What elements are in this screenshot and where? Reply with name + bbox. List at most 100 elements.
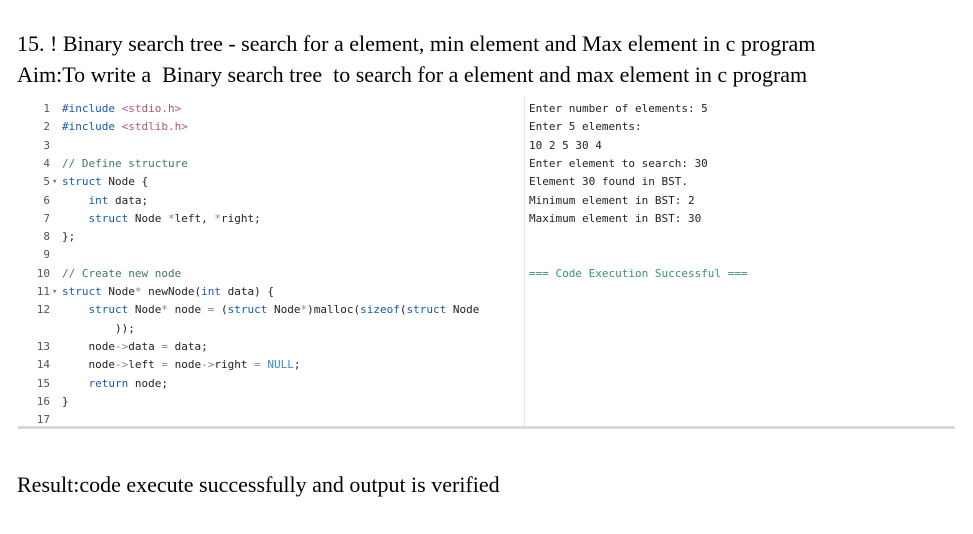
code-line: 5 ▾ struct Node {	[18, 173, 524, 191]
output-line: Element 30 found in BST.	[529, 175, 688, 189]
code-token: Node {	[101, 175, 149, 189]
code-token: node	[167, 358, 202, 372]
code-token: };	[62, 230, 76, 244]
code-token: // Define structure	[62, 156, 188, 170]
code-token: node	[168, 303, 208, 317]
code-editor[interactable]: 1 #include <stdio.h> 2 #include <stdlib.h> 3…	[18, 96, 525, 426]
code-token: *	[134, 285, 142, 298]
code-token: data;	[167, 339, 208, 353]
code-token: }	[62, 394, 69, 408]
code-token: Node	[128, 211, 168, 225]
code-text: #include <stdlib.h>	[62, 118, 188, 136]
aim-statement: Aim:To write a Binary search tree to sea…	[17, 62, 808, 87]
code-text: node->data = data;	[62, 338, 208, 356]
code-line: 2 #include <stdlib.h>	[18, 118, 524, 136]
line-number: 4	[43, 156, 50, 170]
code-token: left,	[174, 211, 215, 225]
code-line: 12 struct Node* node = (struct Node*)mal…	[18, 301, 524, 319]
code-token: sizeof	[360, 303, 400, 317]
code-text: };	[62, 228, 75, 246]
code-line: 17	[18, 411, 524, 426]
fold-arrow-icon[interactable]: ▾	[52, 173, 57, 191]
line-number: 12	[36, 303, 50, 317]
execution-status: === Code Execution Successful ===	[529, 266, 748, 280]
line-number: 11	[36, 285, 50, 298]
line-number: 17	[36, 413, 50, 426]
code-token: ->	[114, 358, 129, 372]
line-number: 15	[36, 376, 50, 390]
code-token: ->	[201, 358, 215, 372]
compiler-screenshot: 1 #include <stdio.h> 2 #include <stdlib.h> 3…	[18, 96, 955, 429]
code-token: *	[168, 211, 175, 225]
output-line: 10 2 5 30 4	[529, 138, 602, 152]
code-token: struct	[88, 303, 129, 317]
code-token: Node	[267, 303, 301, 317]
code-token: int	[88, 193, 109, 207]
code-line: ));	[18, 320, 524, 338]
line-number: 13	[36, 339, 50, 353]
code-text: int data;	[62, 192, 149, 210]
code-line: 9	[18, 246, 524, 264]
code-token: ->	[114, 339, 129, 353]
code-token: Node	[446, 303, 480, 317]
line-number: 9	[43, 248, 50, 262]
code-token: <stdlib.h>	[121, 120, 188, 134]
code-token: // Create new node	[62, 266, 182, 280]
code-token: data) {	[220, 285, 274, 298]
line-number: 14	[36, 358, 50, 372]
document-title: 15. ! Binary search tree - search for a …	[17, 31, 816, 56]
code-token: struct	[88, 211, 129, 225]
line-number: 5	[43, 175, 50, 189]
code-text: struct Node *left, *right;	[62, 210, 261, 228]
code-token: #include	[62, 120, 122, 134]
code-text: return node;	[62, 375, 169, 393]
code-token: struct	[62, 175, 102, 189]
code-line: 11 ▾ struct Node* newNode(int data) {	[18, 283, 524, 301]
code-token: int	[201, 285, 221, 298]
code-text: #include <stdio.h>	[62, 100, 181, 118]
code-token: *	[161, 303, 168, 317]
code-token: <stdio.h>	[121, 102, 182, 115]
code-token: return	[88, 376, 129, 390]
code-token: Node	[128, 303, 162, 317]
code-token: *	[214, 211, 221, 225]
result-statement: Result:code execute successfully and out…	[17, 472, 500, 497]
code-token: data	[128, 339, 162, 353]
code-text: struct Node* node = (struct Node*)malloc…	[62, 301, 480, 319]
line-number: 10	[36, 266, 50, 280]
output-line: Enter element to search: 30	[529, 156, 708, 170]
code-token: node	[62, 339, 115, 353]
line-number: 1	[43, 102, 50, 115]
output-line: Minimum element in BST: 2	[529, 193, 695, 207]
code-text: }	[62, 393, 69, 411]
line-number: 2	[43, 120, 50, 134]
code-token: =	[254, 358, 261, 372]
code-token: node;	[128, 376, 168, 390]
code-line: 1 #include <stdio.h>	[18, 100, 524, 118]
code-line: 8};	[18, 228, 524, 246]
code-token: data;	[108, 193, 149, 207]
line-number: 6	[43, 193, 50, 207]
code-token: Node	[101, 285, 135, 298]
output-line: Enter 5 elements:	[529, 120, 642, 134]
output-line: Enter number of elements: 5	[529, 102, 708, 115]
code-text: node->left = node->right = NULL;	[62, 356, 300, 374]
code-token: struct	[62, 285, 102, 298]
code-token: left	[128, 358, 162, 372]
code-line: 6 int data;	[18, 192, 524, 210]
code-line: 7 struct Node *left, *right;	[18, 210, 524, 228]
line-number: 7	[43, 211, 50, 225]
output-line: Maximum element in BST: 30	[529, 211, 702, 225]
code-token: right;	[221, 211, 261, 225]
code-token: =	[161, 339, 168, 353]
code-token: struct	[406, 303, 447, 317]
fold-arrow-icon[interactable]: ▾	[52, 283, 57, 301]
line-number: 16	[36, 394, 50, 408]
code-token: NULL	[267, 358, 294, 372]
code-token: newNode(	[141, 285, 202, 298]
code-token: )malloc(	[307, 303, 361, 317]
code-text: struct Node* newNode(int data) {	[62, 283, 274, 301]
code-line: 4 // Define structure	[18, 155, 524, 173]
code-token: #include	[62, 102, 122, 115]
